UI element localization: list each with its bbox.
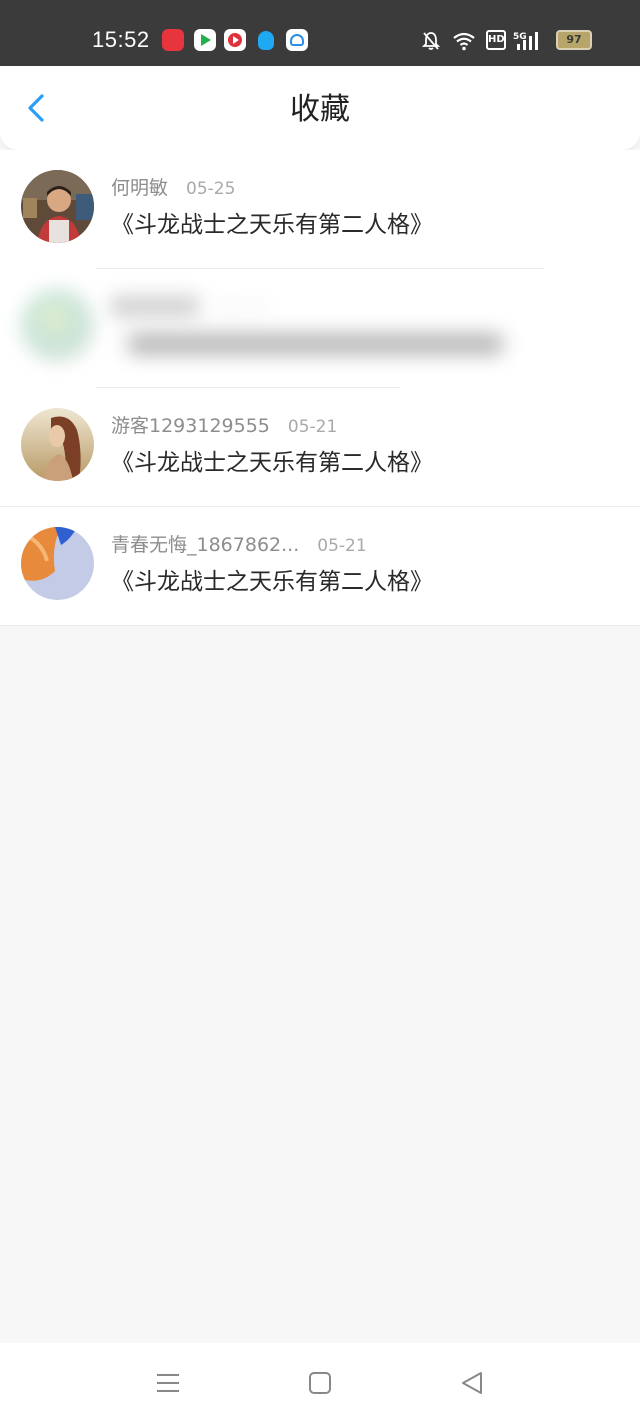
post-date: 05-25 — [186, 179, 236, 199]
status-bar: 15:52 HD 5G 97 — [0, 0, 640, 66]
favorite-title: 《斗龙战士之天乐有第二人格》 — [111, 569, 433, 595]
avatar[interactable] — [21, 408, 94, 481]
user-name: 青春无悔_1867862... — [111, 534, 300, 556]
status-time: 15:52 — [92, 27, 150, 52]
app-header: 收藏 — [0, 66, 640, 150]
qq-icon — [255, 29, 277, 51]
avatar[interactable] — [21, 170, 94, 243]
page-title: 收藏 — [290, 92, 350, 127]
play-store-icon — [194, 29, 216, 51]
list-item[interactable]: 游客1293129555 05-21 《斗龙战士之天乐有第二人格》 — [0, 388, 640, 507]
user-name: 游客1293129555 — [111, 415, 270, 437]
cloud-icon — [286, 29, 308, 51]
back-triangle-icon[interactable] — [456, 1367, 488, 1399]
avatar[interactable] — [21, 289, 94, 362]
hd-icon: HD — [486, 30, 506, 50]
list-item[interactable]: ██████ 05-23 《████████████████████████》 — [0, 269, 640, 388]
system-nav-bar — [0, 1343, 640, 1422]
favorite-title: 《斗龙战士之天乐有第二人格》 — [111, 212, 433, 238]
favorite-title: 《斗龙战士之天乐有第二人格》 — [111, 450, 433, 476]
list-item[interactable]: 何明敏 05-25 《斗龙战士之天乐有第二人格》 — [0, 150, 640, 269]
video-icon — [224, 29, 246, 51]
user-name: 何明敏 — [111, 177, 169, 199]
user-name: ██████ — [111, 296, 199, 318]
post-date: 05-21 — [317, 536, 367, 556]
divider — [0, 625, 640, 626]
signal-icon: 5G — [513, 30, 539, 52]
avatar[interactable] — [21, 527, 94, 600]
battery-icon: 97 — [556, 30, 592, 50]
wifi-icon — [452, 30, 476, 52]
post-date: 05-23 — [216, 298, 267, 318]
post-date: 05-21 — [287, 417, 338, 437]
favorites-list: 何明敏 05-25 《斗龙战士之天乐有第二人格》 ██████ 05-23 《███… — [0, 150, 640, 626]
favorite-title: 《████████████████████████》 — [111, 332, 521, 356]
xiaohongshu-icon — [162, 29, 184, 51]
menu-icon[interactable] — [152, 1367, 184, 1399]
bell-mute-icon — [421, 30, 441, 52]
home-icon[interactable] — [304, 1367, 336, 1399]
list-item[interactable]: 青春无悔_1867862... 05-21 《斗龙战士之天乐有第二人格》 — [0, 507, 640, 626]
